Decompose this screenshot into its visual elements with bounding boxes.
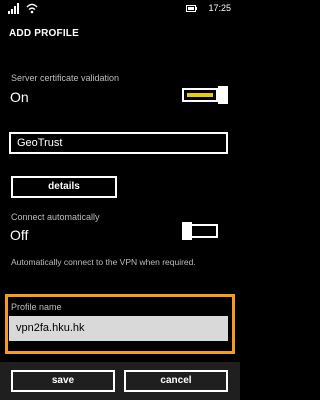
wifi-icon [26,3,38,14]
app-bar: save cancel [0,362,240,400]
status-time: 17:25 [208,3,231,13]
connect-auto-state: Off [10,227,29,243]
server-cert-toggle[interactable] [182,86,228,104]
save-button[interactable]: save [11,370,115,392]
server-cert-state: On [10,89,29,105]
toggle-track [182,88,218,102]
profile-name-input[interactable]: vpn2fa.hku.hk [9,316,228,341]
server-cert-label: Server certificate validation [11,73,120,83]
connect-auto-toggle[interactable] [182,222,228,240]
signal-bars-icon [8,3,19,14]
details-button[interactable]: details [11,176,117,198]
status-bar: 17:25 [0,0,240,18]
profile-name-label: Profile name [11,302,62,312]
toggle-thumb[interactable] [218,86,228,104]
toggle-thumb[interactable] [182,222,192,240]
cancel-button[interactable]: cancel [124,370,228,392]
connect-auto-helper: Automatically connect to the VPN when re… [11,257,196,267]
battery-icon [186,5,197,12]
connect-auto-label: Connect automatically [11,212,100,222]
certificate-issuer-field[interactable]: GeoTrust [9,132,228,154]
toggle-fill [187,93,213,97]
page-title: ADD PROFILE [9,28,79,39]
